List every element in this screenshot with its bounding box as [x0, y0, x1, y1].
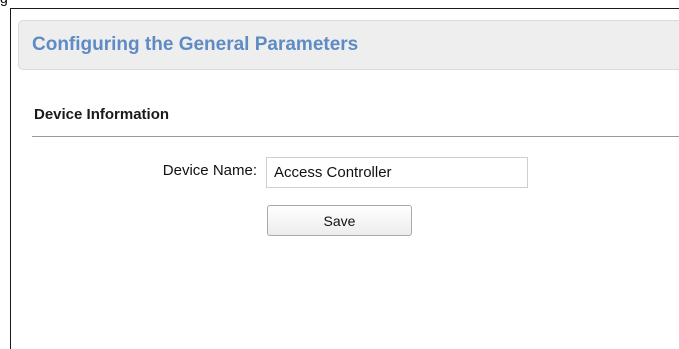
section-divider — [32, 136, 679, 137]
caption-fragment: g — [0, 0, 8, 6]
page-title: Configuring the General Parameters — [32, 34, 359, 55]
save-button[interactable]: Save — [267, 205, 412, 236]
settings-panel: Configuring the General Parameters Devic… — [10, 8, 679, 349]
page-header: Configuring the General Parameters — [18, 20, 679, 70]
device-name-input[interactable] — [266, 157, 528, 188]
device-name-label: Device Name: — [162, 162, 257, 179]
section-title-device-information: Device Information — [34, 106, 170, 123]
